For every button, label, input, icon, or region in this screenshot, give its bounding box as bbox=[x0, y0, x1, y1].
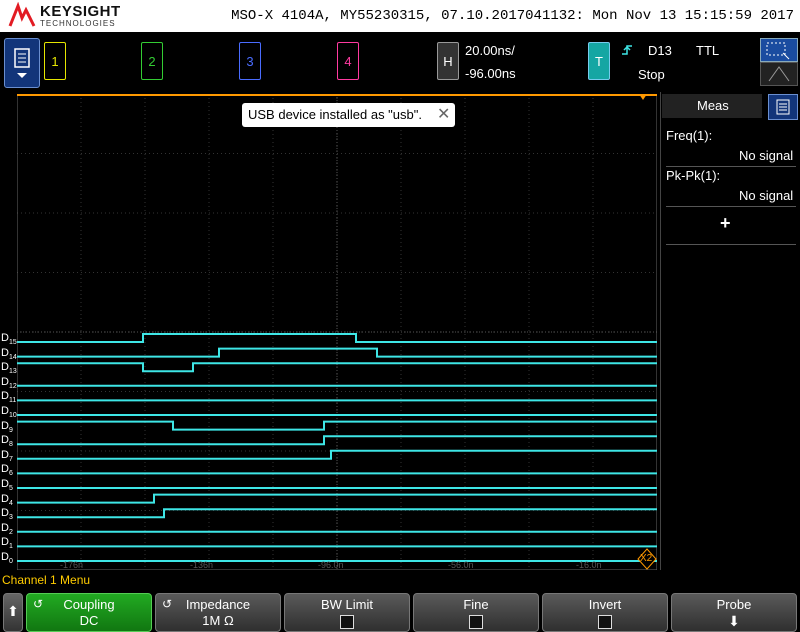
divider bbox=[666, 166, 796, 167]
measurement-panel bbox=[660, 92, 800, 570]
time-axis-label-2: -96.0n bbox=[318, 560, 344, 570]
digital-channel-label: D10 bbox=[1, 405, 17, 420]
divider bbox=[666, 206, 796, 207]
bw-limit-label: BW Limit bbox=[321, 597, 373, 612]
cursor-x2-label: X2 bbox=[640, 553, 653, 564]
digital-channel-label: D15 bbox=[1, 332, 17, 347]
main-menu-button[interactable] bbox=[4, 38, 40, 88]
time-per-div: 20.00ns/ bbox=[465, 43, 515, 58]
digital-channel-label: D1 bbox=[1, 536, 13, 551]
digital-channel-label: D5 bbox=[1, 478, 13, 493]
digital-channel-label: D9 bbox=[1, 419, 13, 434]
title-bar: KEYSIGHT TECHNOLOGIES MSO-X 4104A, MY552… bbox=[0, 0, 800, 32]
coupling-value: DC bbox=[79, 613, 99, 628]
down-arrow-icon: ⬇ bbox=[728, 613, 740, 629]
channel-3-label: 3 bbox=[246, 53, 254, 69]
bw-limit-checkbox[interactable] bbox=[340, 615, 354, 629]
meas-freq-name: Freq(1): bbox=[666, 128, 713, 143]
trigger-type: TTL bbox=[696, 43, 720, 58]
coupling-label: Coupling bbox=[63, 597, 115, 612]
add-measurement-button[interactable]: + bbox=[720, 213, 731, 234]
trigger-label: T bbox=[595, 53, 603, 69]
list-icon bbox=[776, 99, 790, 115]
channel-3-button[interactable]: 3 bbox=[239, 42, 261, 80]
notification-toast: USB device installed as "usb". ✕ bbox=[242, 103, 455, 127]
fine-label: Fine bbox=[463, 597, 489, 612]
up-arrow-icon: ⬆ bbox=[7, 603, 19, 619]
channel-4-button[interactable]: 4 bbox=[337, 42, 359, 80]
digital-channel-label: D2 bbox=[1, 521, 13, 536]
impedance-softkey[interactable]: ↺ Impedance 1M Ω bbox=[155, 593, 281, 632]
digital-channel-label: D4 bbox=[1, 492, 13, 507]
invert-label: Invert bbox=[588, 597, 622, 612]
back-button[interactable]: ⬆ bbox=[3, 593, 23, 632]
acquisition-status: Stop bbox=[638, 67, 665, 82]
brand-subtitle: TECHNOLOGIES bbox=[40, 19, 116, 28]
channel-2-label: 2 bbox=[148, 53, 156, 69]
bw-limit-softkey[interactable]: BW Limit bbox=[284, 593, 410, 632]
channel-1-button[interactable]: 1 bbox=[44, 42, 66, 80]
invert-softkey[interactable]: Invert bbox=[542, 593, 668, 632]
impedance-value: 1M Ω bbox=[202, 613, 234, 628]
divider bbox=[666, 244, 796, 245]
fine-softkey[interactable]: Fine bbox=[413, 593, 539, 632]
touch-mode-button[interactable] bbox=[760, 62, 798, 86]
digital-channel-label: D13 bbox=[1, 361, 17, 376]
brand-name: KEYSIGHT bbox=[40, 3, 121, 20]
notification-text: USB device installed as "usb". bbox=[248, 107, 422, 122]
digital-channel-label: D7 bbox=[1, 448, 13, 463]
coupling-softkey[interactable]: ↺ Coupling DC bbox=[26, 593, 152, 632]
digital-channel-label: D12 bbox=[1, 375, 17, 390]
channel-2-button[interactable]: 2 bbox=[141, 42, 163, 80]
probe-softkey[interactable]: Probe ⬇ bbox=[671, 593, 797, 632]
rotate-knob-icon: ↺ bbox=[162, 597, 173, 611]
horizontal-delay: -96.00ns bbox=[465, 66, 516, 81]
fine-checkbox[interactable] bbox=[469, 615, 483, 629]
meas-menu-button[interactable] bbox=[768, 94, 798, 120]
cursor-x2-marker[interactable]: X2 bbox=[637, 548, 657, 570]
meas-title: Meas bbox=[697, 98, 729, 113]
trigger-button[interactable]: T bbox=[588, 42, 610, 80]
digital-channel-label: D8 bbox=[1, 434, 13, 449]
trigger-edge-icon bbox=[622, 45, 632, 55]
horizontal-label: H bbox=[443, 53, 453, 69]
selection-box-icon bbox=[766, 42, 790, 60]
digital-channel-label: D14 bbox=[1, 346, 17, 361]
invert-checkbox[interactable] bbox=[598, 615, 612, 629]
time-axis-label-0: -176n bbox=[60, 560, 84, 570]
digital-channel-label: D3 bbox=[1, 507, 13, 522]
close-icon[interactable]: ✕ bbox=[437, 104, 450, 124]
meas-freq-value: No signal bbox=[739, 148, 794, 163]
horizontal-button[interactable]: H bbox=[437, 42, 459, 80]
channel-4-label: 4 bbox=[344, 53, 352, 69]
trigger-point-marker bbox=[639, 94, 647, 100]
trigger-source: D13 bbox=[648, 43, 672, 58]
digital-channel-label: D6 bbox=[1, 463, 13, 478]
waveform-display[interactable] bbox=[17, 94, 657, 570]
rotate-knob-icon: ↺ bbox=[33, 597, 44, 611]
menu-title: Channel 1 Menu bbox=[2, 573, 91, 587]
meas-pkpk-value: No signal bbox=[739, 188, 794, 203]
keysight-logo-icon bbox=[8, 2, 36, 27]
time-axis-label-3: -56.0n bbox=[448, 560, 474, 570]
digital-channel-label: D0 bbox=[1, 551, 13, 566]
zoom-select-button[interactable] bbox=[760, 38, 798, 62]
instrument-info: MSO-X 4104A, MY55230315, 07.10.201704113… bbox=[231, 8, 794, 24]
time-axis-label-1: -136n bbox=[190, 560, 214, 570]
time-axis-label-4: -16.0n bbox=[576, 560, 602, 570]
control-bar bbox=[0, 32, 800, 92]
impedance-label: Impedance bbox=[185, 597, 251, 612]
gesture-icon bbox=[768, 66, 790, 82]
meas-pkpk-name: Pk-Pk(1): bbox=[666, 168, 721, 183]
digital-channel-label: D11 bbox=[1, 390, 17, 405]
probe-label: Probe bbox=[716, 597, 752, 612]
list-icon bbox=[14, 48, 30, 78]
channel-1-label: 1 bbox=[51, 53, 59, 69]
meas-tab[interactable]: Meas bbox=[662, 94, 762, 118]
